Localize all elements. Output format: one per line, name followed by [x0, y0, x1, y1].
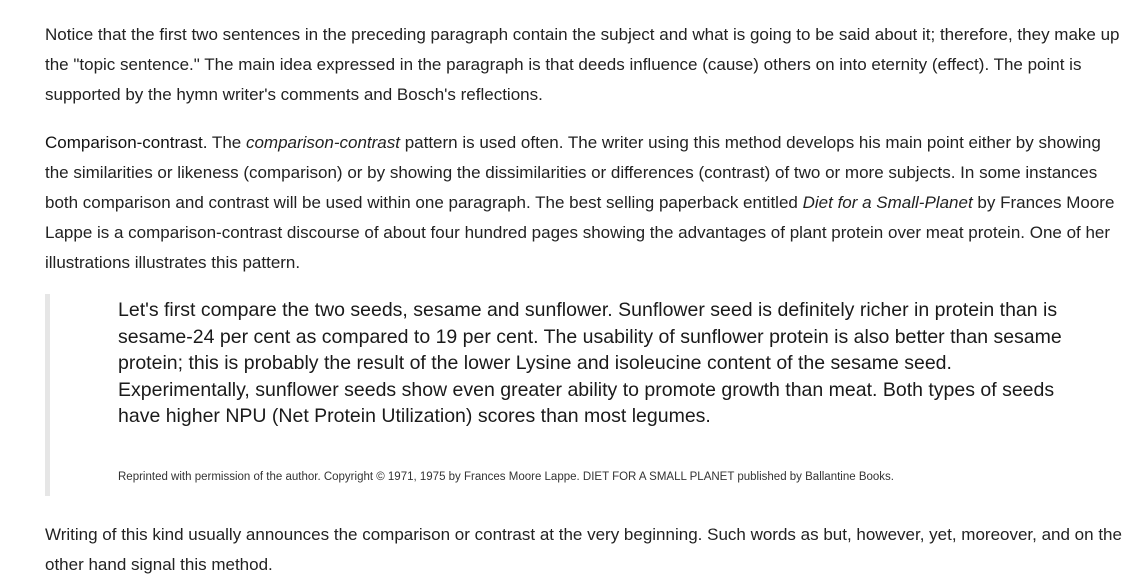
paragraph-topic-sentence: Notice that the first two sentences in t… — [45, 25, 1120, 104]
paragraph-heading: Comparison-contrast. — [45, 133, 208, 152]
quote-credit: Reprinted with permission of the author.… — [118, 471, 894, 483]
paragraph-text-a: The — [207, 133, 246, 152]
paragraph-signal-words: Writing of this kind usually announces t… — [45, 525, 1122, 574]
paragraph-comparison-contrast: Comparison-contrast. The comparison-cont… — [45, 128, 1125, 278]
article-content: Notice that the first two sentences in t… — [45, 20, 1125, 580]
book-title: Diet for a Small-Planet — [802, 193, 973, 212]
quoted-excerpt: Let's first compare the two seeds, sesam… — [45, 294, 1125, 496]
quote-text: Let's first compare the two seeds, sesam… — [118, 299, 1062, 427]
italic-term: comparison-contrast — [245, 133, 400, 152]
